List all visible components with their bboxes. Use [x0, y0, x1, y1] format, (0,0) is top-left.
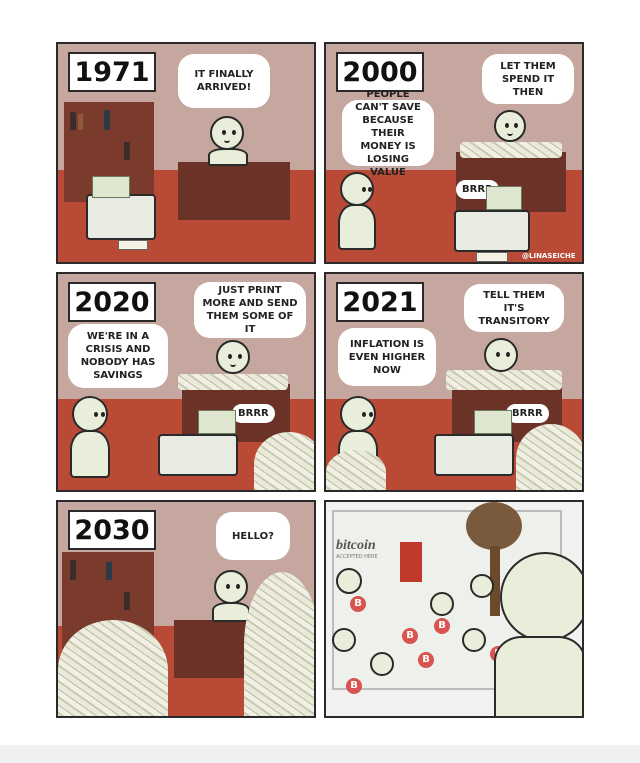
money-printer: [158, 434, 238, 476]
comic-panel-1971: 1971 IT FINALLY ARRIVED!: [56, 42, 316, 264]
character-body: [338, 204, 376, 250]
money-pile: [446, 370, 562, 390]
banknote: [486, 186, 522, 210]
sound-effect: BRRR: [232, 404, 275, 423]
character-head: [72, 396, 108, 432]
footer-strip: [0, 745, 640, 763]
year-label: 1971: [68, 52, 156, 92]
money-pile: [460, 142, 562, 158]
character-head: [370, 652, 394, 676]
year-label: 2020: [68, 282, 156, 322]
printer-paper: [476, 252, 508, 262]
comic-panel-2021: 2021 TELL THEM IT'S TRANSITORY INFLATION…: [324, 272, 584, 492]
door: [400, 542, 422, 582]
money-printer: [454, 210, 530, 252]
year-label: 2021: [336, 282, 424, 322]
money-pile: [58, 620, 168, 716]
character-head: [430, 592, 454, 616]
money-printer: [434, 434, 514, 476]
printer-paper: [118, 240, 148, 250]
speech-bubble: INFLATION IS EVEN HIGHER NOW: [338, 328, 436, 386]
year-label: 2030: [68, 510, 156, 550]
bitcoin-badge: B: [402, 628, 418, 644]
bitcoin-badge: B: [346, 678, 362, 694]
money-printer: [86, 194, 156, 240]
character-body: [212, 602, 250, 622]
foreground-character-body: [494, 636, 582, 716]
bitcoin-badge: B: [350, 596, 366, 612]
character-head: [210, 116, 244, 150]
money-pile: [178, 374, 288, 390]
character-head: [470, 574, 494, 598]
foreground-character-head: [500, 552, 582, 642]
character-head: [340, 172, 374, 206]
banknote: [474, 410, 512, 434]
year-label: 2000: [336, 52, 424, 92]
character-head: [336, 568, 362, 594]
character-head: [214, 570, 248, 604]
bitcoin-sign-subtext: ACCEPTED HERE: [336, 554, 378, 560]
desk: [178, 162, 290, 220]
bitcoin-badge: B: [418, 652, 434, 668]
character-head: [332, 628, 356, 652]
speech-bubble: JUST PRINT MORE AND SEND THEM SOME OF IT: [194, 282, 306, 338]
character-body: [70, 430, 110, 478]
money-pile: [516, 424, 582, 490]
character-body: [208, 148, 248, 166]
speech-bubble: IT FINALLY ARRIVED!: [178, 54, 270, 108]
comic-panel-2020: 2020 JUST PRINT MORE AND SEND THEM SOME …: [56, 272, 316, 492]
speech-bubble: PEOPLE CAN'T SAVE BECAUSE THEIR MONEY IS…: [342, 89, 434, 178]
speech-bubble: LET THEM SPEND IT THEN: [482, 54, 574, 104]
sound-effect: BRRR: [506, 404, 549, 423]
character-head: [484, 338, 518, 372]
banknote: [198, 410, 236, 434]
artist-credit: @LINASEICHE: [522, 252, 576, 260]
character-head: [216, 340, 250, 374]
bitcoin-logo-text: bitcoin: [336, 538, 376, 553]
comic-panel-2030: 2030 HELLO?: [56, 500, 316, 718]
character-head: [462, 628, 486, 652]
money-pile: [326, 450, 386, 490]
bitcoin-sign: bitcoin ACCEPTED HERE: [336, 538, 396, 570]
banknote: [92, 176, 130, 198]
character-head: [494, 110, 526, 142]
speech-bubble: WE'RE IN A CRISIS AND NOBODY HAS SAVINGS: [68, 324, 168, 388]
comic-panel-bitcoin-shop: bitcoin ACCEPTED HERE B B B B B B: [324, 500, 584, 718]
money-pile: [254, 432, 314, 490]
character-head: [340, 396, 376, 432]
bitcoin-badge: B: [434, 618, 450, 634]
tree: [466, 502, 522, 550]
money-pile: [244, 572, 314, 716]
speech-bubble: TELL THEM IT'S TRANSITORY: [464, 284, 564, 332]
comic-panel-2000: 2000 LET THEM SPEND IT THEN PEOPLE CAN'T…: [324, 42, 584, 264]
speech-bubble: HELLO?: [216, 512, 290, 560]
